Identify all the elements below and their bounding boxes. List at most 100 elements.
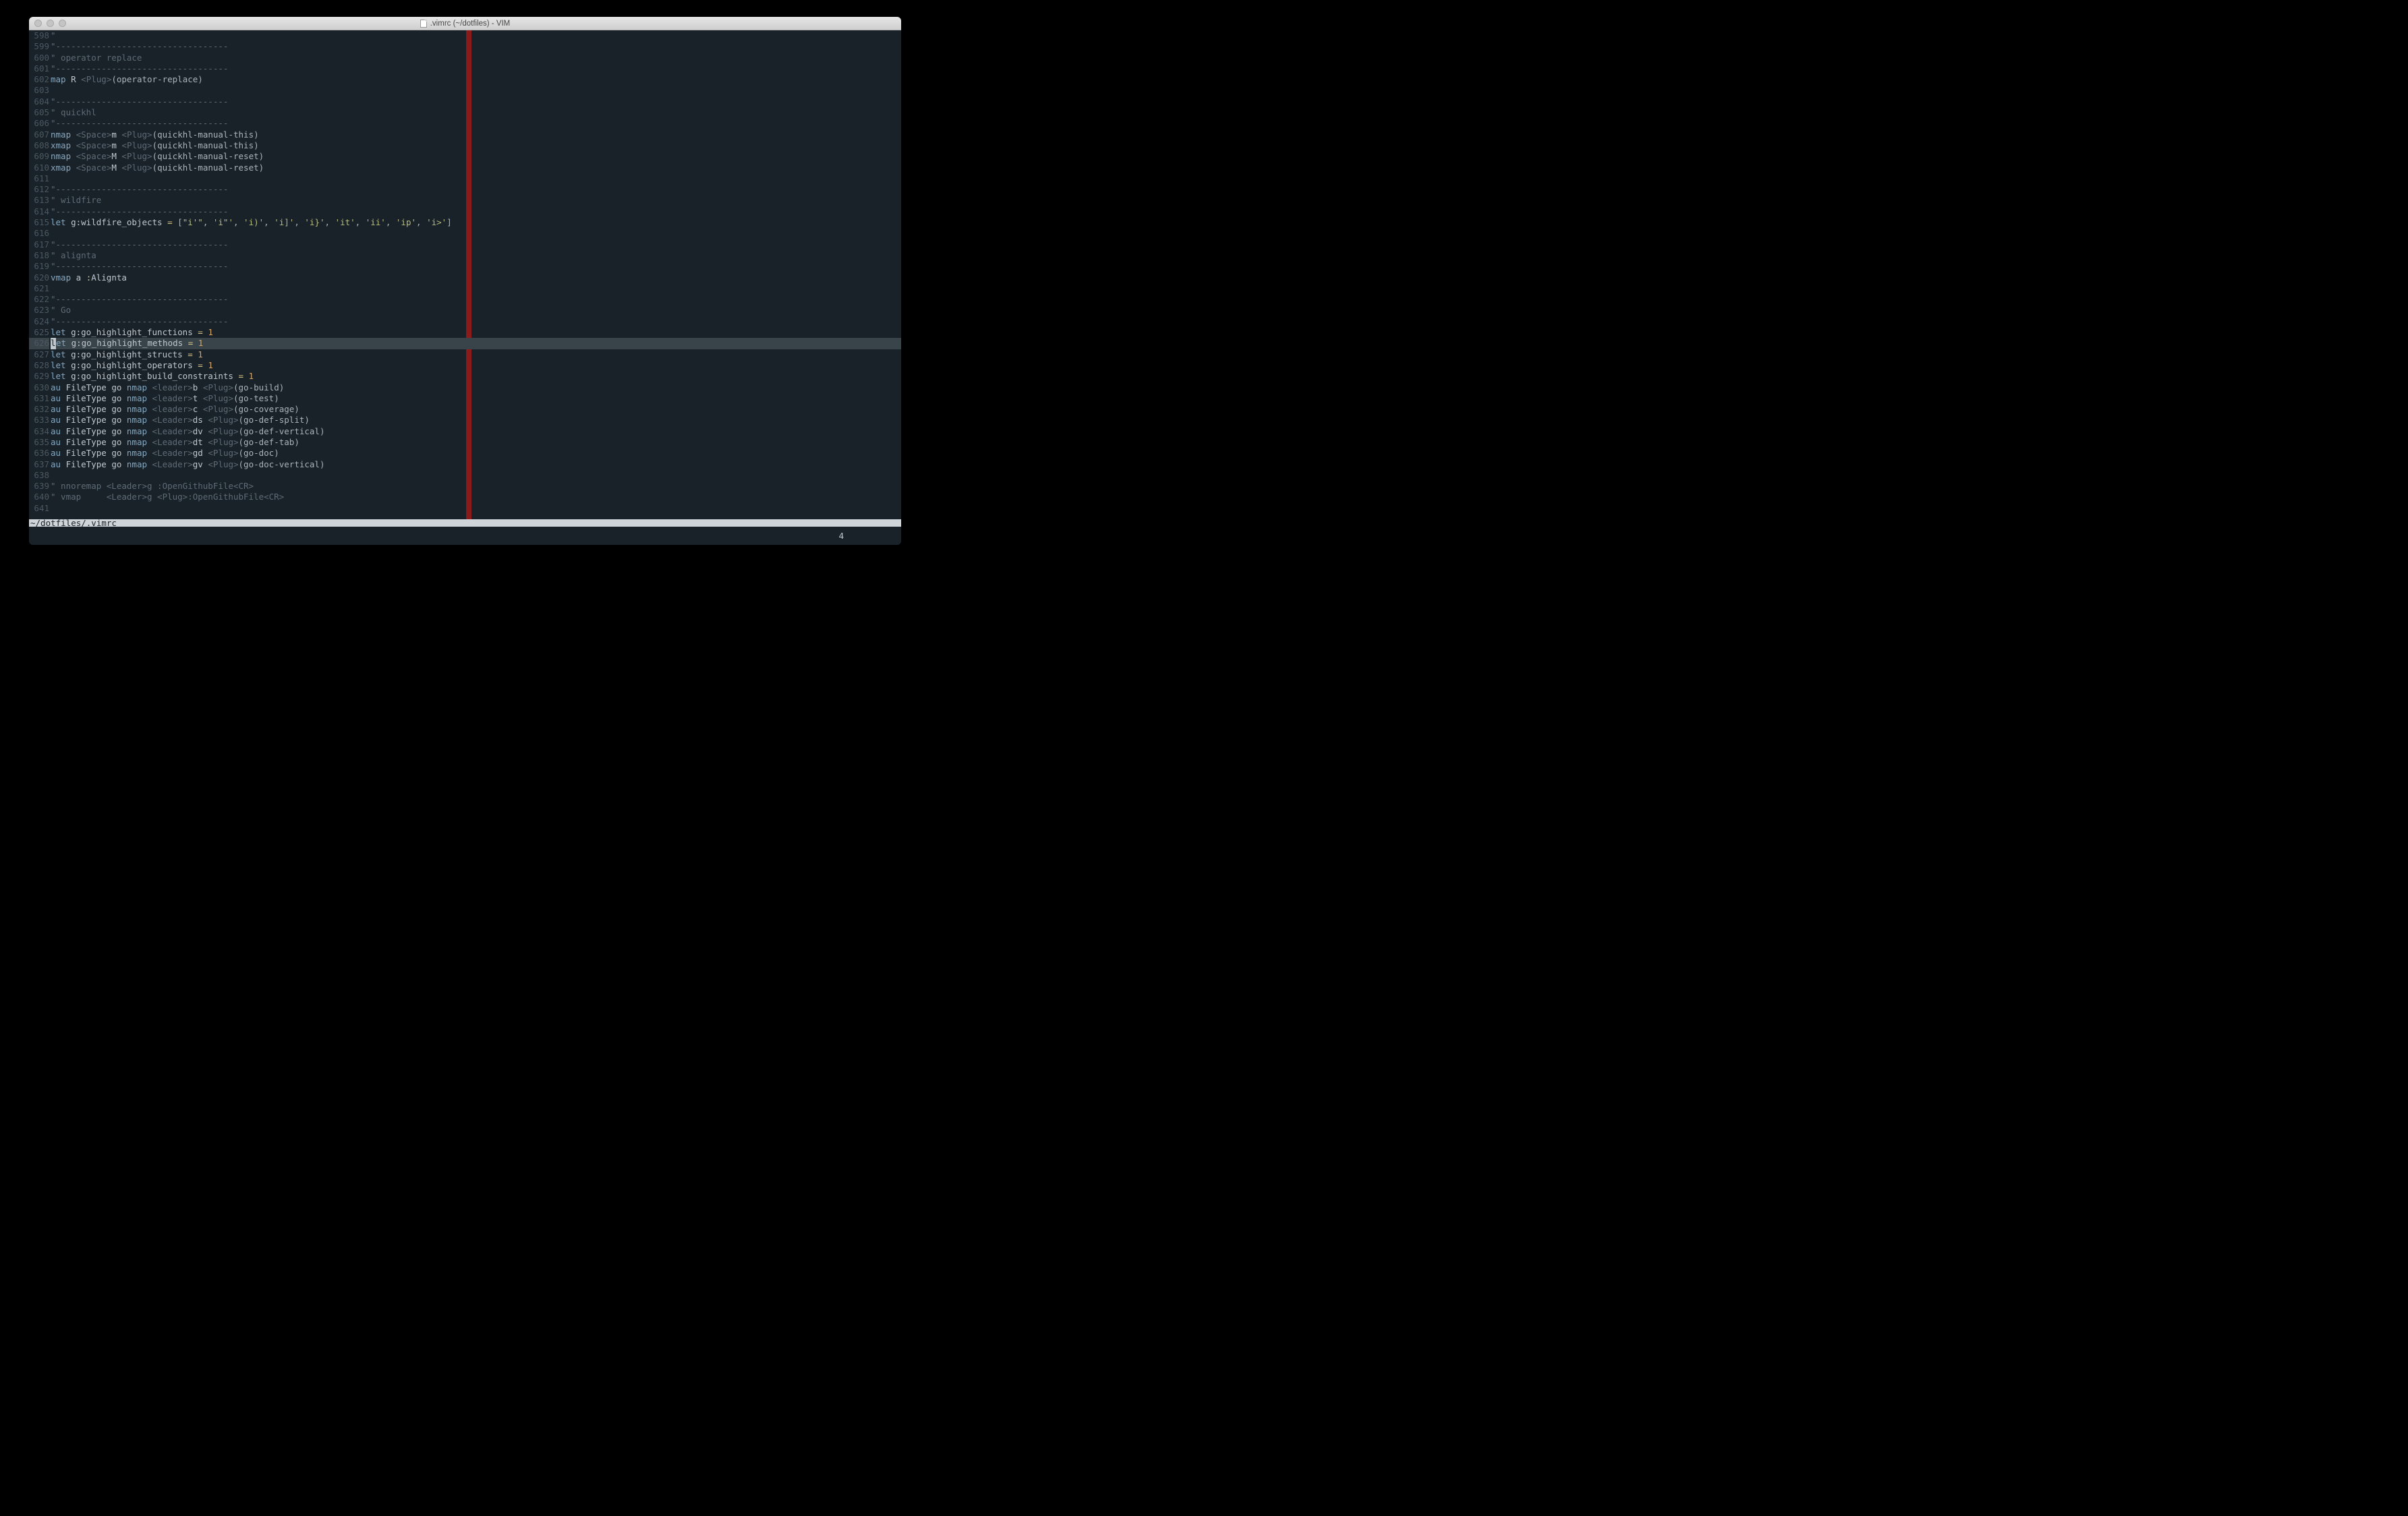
code-line[interactable]: let g:go_highlight_build_constraints = 1 (51, 371, 901, 382)
line-number: 623 (29, 305, 49, 316)
code-line[interactable]: " nnoremap <Leader>g :OpenGithubFile<CR> (51, 481, 901, 492)
code-line[interactable]: nmap <Space>M <Plug>(quickhl-manual-rese… (51, 151, 901, 162)
line-number: 616 (29, 228, 49, 239)
line-number: 611 (29, 173, 49, 184)
line-number: 629 (29, 371, 49, 382)
code-area[interactable]: ""----------------------------------" op… (51, 30, 901, 519)
code-line[interactable]: " Go (51, 305, 901, 316)
line-number: 626 (29, 338, 49, 349)
code-line[interactable]: au FileType go nmap <Leader>dv <Plug>(go… (51, 426, 901, 437)
code-line[interactable]: let g:go_highlight_methods = 1 (51, 338, 901, 349)
line-number: 606 (29, 118, 49, 129)
code-line[interactable]: "---------------------------------- (51, 294, 901, 305)
cursor-column: 4 (838, 531, 844, 541)
line-number: 603 (29, 85, 49, 96)
code-line[interactable]: "---------------------------------- (51, 118, 901, 129)
line-number: 614 (29, 206, 49, 217)
line-number: 635 (29, 437, 49, 448)
line-number: 602 (29, 74, 49, 85)
line-number: 599 (29, 41, 49, 52)
line-number: 628 (29, 360, 49, 371)
line-number: 598 (29, 30, 49, 41)
code-line[interactable]: "---------------------------------- (51, 206, 901, 217)
cursor: l (51, 338, 56, 349)
code-line[interactable]: let g:go_highlight_structs = 1 (51, 349, 901, 360)
line-number: 631 (29, 393, 49, 404)
code-line[interactable]: let g:go_highlight_operators = 1 (51, 360, 901, 371)
code-line[interactable]: au FileType go nmap <Leader>dt <Plug>(go… (51, 437, 901, 448)
line-number: 625 (29, 327, 49, 338)
code-line[interactable]: "---------------------------------- (51, 316, 901, 327)
bottom-bar: 4 (29, 527, 901, 545)
code-line[interactable]: let g:wildfire_objects = ["i'", 'i"', 'i… (51, 217, 901, 228)
line-number: 608 (29, 140, 49, 151)
line-number: 615 (29, 217, 49, 228)
code-line[interactable]: " wildfire (51, 195, 901, 206)
editor[interactable]: 5985996006016026036046056066076086096106… (29, 30, 901, 519)
line-number: 636 (29, 448, 49, 459)
code-line[interactable]: " (51, 30, 901, 41)
code-line[interactable] (51, 85, 901, 96)
line-number: 638 (29, 470, 49, 481)
line-number: 604 (29, 96, 49, 107)
code-line[interactable]: "---------------------------------- (51, 96, 901, 107)
line-number: 621 (29, 283, 49, 294)
code-line[interactable]: au FileType go nmap <Leader>gv <Plug>(go… (51, 459, 901, 470)
code-line[interactable] (51, 173, 901, 184)
line-number: 624 (29, 316, 49, 327)
line-number: 630 (29, 382, 49, 393)
titlebar: .vimrc (~/dotfiles) - VIM (29, 17, 901, 30)
code-line[interactable]: au FileType go nmap <Leader>ds <Plug>(go… (51, 415, 901, 426)
line-number: 622 (29, 294, 49, 305)
line-number: 641 (29, 503, 49, 514)
file-path: ~/dotfiles/.vimrc (30, 518, 117, 528)
code-line[interactable] (51, 228, 901, 239)
code-line[interactable]: " quickhl (51, 107, 901, 118)
document-icon (420, 20, 427, 28)
code-line[interactable]: "---------------------------------- (51, 261, 901, 272)
code-line[interactable]: " vmap <Leader>g <Plug>:OpenGithubFile<C… (51, 492, 901, 502)
line-number: 637 (29, 459, 49, 470)
code-line[interactable]: " alignta (51, 250, 901, 261)
code-line[interactable] (51, 283, 901, 294)
code-line[interactable]: let g:go_highlight_functions = 1 (51, 327, 901, 338)
line-number: 619 (29, 261, 49, 272)
line-number-gutter: 5985996006016026036046056066076086096106… (29, 30, 51, 519)
code-line[interactable]: nmap <Space>m <Plug>(quickhl-manual-this… (51, 129, 901, 140)
code-line[interactable]: " operator replace (51, 53, 901, 63)
code-line[interactable]: vmap a :Alignta (51, 272, 901, 283)
line-number: 613 (29, 195, 49, 206)
line-number: 609 (29, 151, 49, 162)
line-number: 610 (29, 163, 49, 173)
code-line[interactable]: au FileType go nmap <leader>c <Plug>(go-… (51, 404, 901, 415)
code-line[interactable]: xmap <Space>M <Plug>(quickhl-manual-rese… (51, 163, 901, 173)
line-number: 618 (29, 250, 49, 261)
code-line[interactable]: au FileType go nmap <leader>t <Plug>(go-… (51, 393, 901, 404)
line-number: 601 (29, 63, 49, 74)
code-line[interactable]: "---------------------------------- (51, 184, 901, 195)
code-line[interactable]: au FileType go nmap <Leader>gd <Plug>(go… (51, 448, 901, 459)
line-number: 640 (29, 492, 49, 502)
code-line[interactable]: "---------------------------------- (51, 239, 901, 250)
window-title-text: .vimrc (~/dotfiles) - VIM (430, 20, 511, 28)
line-number: 600 (29, 53, 49, 63)
code-line[interactable] (51, 503, 901, 514)
line-number: 607 (29, 129, 49, 140)
line-number: 617 (29, 239, 49, 250)
line-number: 634 (29, 426, 49, 437)
line-number: 639 (29, 481, 49, 492)
window-title: .vimrc (~/dotfiles) - VIM (29, 20, 901, 28)
code-line[interactable]: xmap <Space>m <Plug>(quickhl-manual-this… (51, 140, 901, 151)
status-bar: ~/dotfiles/.vimrc (29, 519, 901, 527)
line-number: 627 (29, 349, 49, 360)
line-number: 620 (29, 272, 49, 283)
code-line[interactable]: "---------------------------------- (51, 41, 901, 52)
window: .vimrc (~/dotfiles) - VIM 59859960060160… (29, 17, 901, 545)
line-number: 633 (29, 415, 49, 426)
code-line[interactable] (51, 470, 901, 481)
line-number: 612 (29, 184, 49, 195)
code-line[interactable]: "---------------------------------- (51, 63, 901, 74)
code-line[interactable]: map R <Plug>(operator-replace) (51, 74, 901, 85)
code-line[interactable]: au FileType go nmap <leader>b <Plug>(go-… (51, 382, 901, 393)
line-number: 605 (29, 107, 49, 118)
